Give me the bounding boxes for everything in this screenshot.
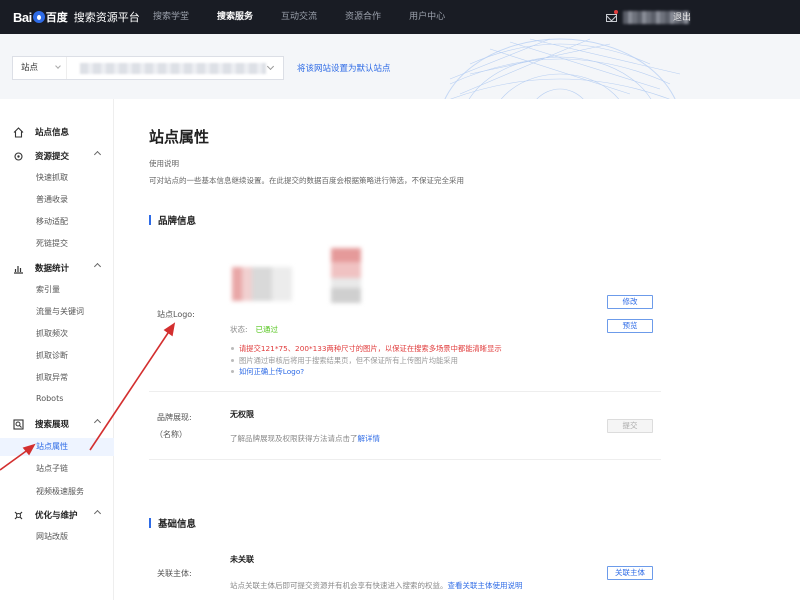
chevron-down-icon xyxy=(55,63,61,69)
brand-details-link[interactable]: 解详情 xyxy=(358,434,381,443)
associated-entity-value: 未关联 xyxy=(230,555,254,564)
sidebar-item-video-speed[interactable]: 视频极速服务 xyxy=(36,486,84,497)
section-accent-bar xyxy=(149,518,151,528)
home-icon xyxy=(13,126,24,138)
preview-button[interactable]: 预览 xyxy=(607,319,653,333)
assoc-guide-link[interactable]: 查看关联主体使用说明 xyxy=(448,581,523,590)
site-type-select[interactable]: 站点 xyxy=(13,57,67,79)
chevron-up-icon xyxy=(93,509,102,518)
usage-description: 可对站点的一些基本信息继续设置。在此提交的数据百度会根据策略进行筛选，不保证完全… xyxy=(149,176,464,185)
chevron-up-icon xyxy=(93,418,102,427)
main-content: 站点属性 使用说明 可对站点的一些基本信息继续设置。在此提交的数据百度会根据策略… xyxy=(115,99,800,600)
status-badge: 已通过 xyxy=(255,325,279,334)
associate-entity-button[interactable]: 关联主体 xyxy=(607,566,653,580)
brand-display-value: 无权限 xyxy=(230,410,254,419)
logo-image-200x133 xyxy=(331,248,361,303)
brand-display-label: 品牌展现: xyxy=(157,413,192,422)
baidu-logo[interactable]: Bai 百度 搜索资源平台 xyxy=(13,9,140,25)
sidebar-item-normal-index[interactable]: 普通收录 xyxy=(36,194,68,205)
nav-search-school[interactable]: 搜索学堂 xyxy=(153,0,189,34)
sidebar-item-index-volume[interactable]: 索引量 xyxy=(36,284,60,295)
associated-entity-description: 站点关联主体后即可提交资源并有机会享有快速进入搜索的权益。查看关联主体使用说明 xyxy=(230,580,523,591)
sidebar: 站点信息 资源提交 快速抓取 普通收录 移动适配 死链提交 数据统计 索引量 流… xyxy=(0,99,114,600)
brand-desc-text: 了解品牌展现及权限获得方法请点击了 xyxy=(230,434,358,443)
sidebar-group-resource-submit[interactable]: 资源提交 xyxy=(13,150,102,162)
site-type-label: 站点 xyxy=(21,63,39,73)
nav-interaction[interactable]: 互动交流 xyxy=(281,0,317,34)
site-dropdown[interactable]: 站点 xyxy=(12,56,284,80)
sidebar-group-data-stats[interactable]: 数据统计 xyxy=(13,262,102,274)
sidebar-item-mobile-adapt[interactable]: 移动适配 xyxy=(36,216,68,227)
tools-icon xyxy=(14,511,23,519)
unread-dot xyxy=(614,9,618,14)
sidebar-item-crawl-diagnosis[interactable]: 抓取诊断 xyxy=(36,350,68,361)
sidebar-group-label: 优化与维护 xyxy=(35,511,78,521)
message-button[interactable] xyxy=(606,9,618,22)
sidebar-item-fast-crawl[interactable]: 快速抓取 xyxy=(36,172,68,183)
sidebar-group-label: 数据统计 xyxy=(35,264,70,274)
nav-resource-cooperation[interactable]: 资源合作 xyxy=(345,0,381,34)
section-title-text: 基础信息 xyxy=(158,519,197,530)
nav-user-center[interactable]: 用户中心 xyxy=(409,0,445,34)
sidebar-group-site-info[interactable]: 站点信息 xyxy=(13,126,69,138)
how-to-upload-logo-link[interactable]: 如何正确上传Logo? xyxy=(230,366,502,378)
sidebar-item-site-revision[interactable]: 网站改版 xyxy=(36,531,68,542)
chevron-up-icon xyxy=(93,150,102,159)
sidebar-group-label: 站点信息 xyxy=(35,128,70,138)
sidebar-group-search-display[interactable]: 搜索展现 xyxy=(13,418,102,430)
modify-button[interactable]: 修改 xyxy=(607,295,653,309)
sidebar-item-crawl-errors[interactable]: 抓取异常 xyxy=(36,372,68,383)
site-selector-bar: 站点 将该网站设置为默认站点 xyxy=(0,34,800,99)
assoc-desc-text: 站点关联主体后即可提交资源并有机会享有快速进入搜索的权益。 xyxy=(230,581,448,590)
logo-text-bai: Bai xyxy=(13,9,32,25)
brand-display-sublabel: （名称） xyxy=(155,430,187,439)
upload-gear-icon xyxy=(14,151,23,161)
sidebar-item-site-attributes[interactable]: 站点属性 xyxy=(36,441,68,452)
platform-name: 搜索资源平台 xyxy=(73,11,140,24)
sidebar-group-label: 搜索展现 xyxy=(35,420,70,430)
logo-status: 状态: 已通过 xyxy=(230,324,278,335)
top-nav: 搜索学堂 搜索服务 互动交流 资源合作 用户中心 xyxy=(153,0,473,34)
sidebar-group-label: 资源提交 xyxy=(35,152,70,162)
page-title: 站点属性 xyxy=(149,128,210,146)
note-size-requirement: 请提交121*75、200*133两种尺寸的图片，以保证在搜索多场景中都能清晰显… xyxy=(230,343,502,355)
sidebar-item-site-sublinks[interactable]: 站点子链 xyxy=(36,463,68,474)
chevron-up-icon xyxy=(93,262,102,271)
section-accent-bar xyxy=(149,215,151,225)
divider xyxy=(149,459,661,460)
paw-icon xyxy=(32,11,45,23)
chevron-down-icon xyxy=(266,62,275,71)
divider xyxy=(149,391,661,392)
sidebar-group-optimize[interactable]: 优化与维护 xyxy=(13,509,102,521)
logo-row-label: 站点Logo: xyxy=(157,310,195,319)
associated-entity-label: 关联主体: xyxy=(157,569,192,578)
logo-image-121x75 xyxy=(232,267,292,301)
sidebar-item-dead-link[interactable]: 死链提交 xyxy=(36,238,68,249)
status-label: 状态: xyxy=(230,325,248,334)
search-display-icon xyxy=(13,418,24,430)
submit-button[interactable]: 提交 xyxy=(607,419,653,433)
logo-notes: 请提交121*75、200*133两种尺寸的图片，以保证在搜索多场景中都能清晰显… xyxy=(230,343,502,378)
section-title-text: 品牌信息 xyxy=(158,216,197,227)
site-url-blurred xyxy=(80,62,266,74)
nav-search-service[interactable]: 搜索服务 xyxy=(217,0,253,34)
logout-link[interactable]: 退出 xyxy=(673,10,691,23)
basic-section-title: 基础信息 xyxy=(149,516,196,530)
top-navigation-bar: Bai 百度 搜索资源平台 搜索学堂 搜索服务 互动交流 资源合作 用户中心 退… xyxy=(0,0,800,34)
usage-title: 使用说明 xyxy=(149,159,179,168)
mail-icon xyxy=(606,13,617,22)
brand-display-description: 了解品牌展现及权限获得方法请点击了解详情 xyxy=(230,433,380,444)
set-default-site-link[interactable]: 将该网站设置为默认站点 xyxy=(297,62,391,74)
sidebar-item-robots[interactable]: Robots xyxy=(36,394,63,403)
brand-section-title: 品牌信息 xyxy=(149,213,196,227)
bar-chart-icon xyxy=(14,265,23,274)
sidebar-item-crawl-frequency[interactable]: 抓取频次 xyxy=(36,328,68,339)
note-review: 图片通过审核后将用于搜索结果页，但不保证所有上传图片均能采用 xyxy=(230,355,502,367)
globe-decoration-icon xyxy=(444,38,681,99)
logo-text-baidu: 百度 xyxy=(45,11,68,24)
sidebar-item-traffic-keywords[interactable]: 流量与关键词 xyxy=(36,306,84,317)
